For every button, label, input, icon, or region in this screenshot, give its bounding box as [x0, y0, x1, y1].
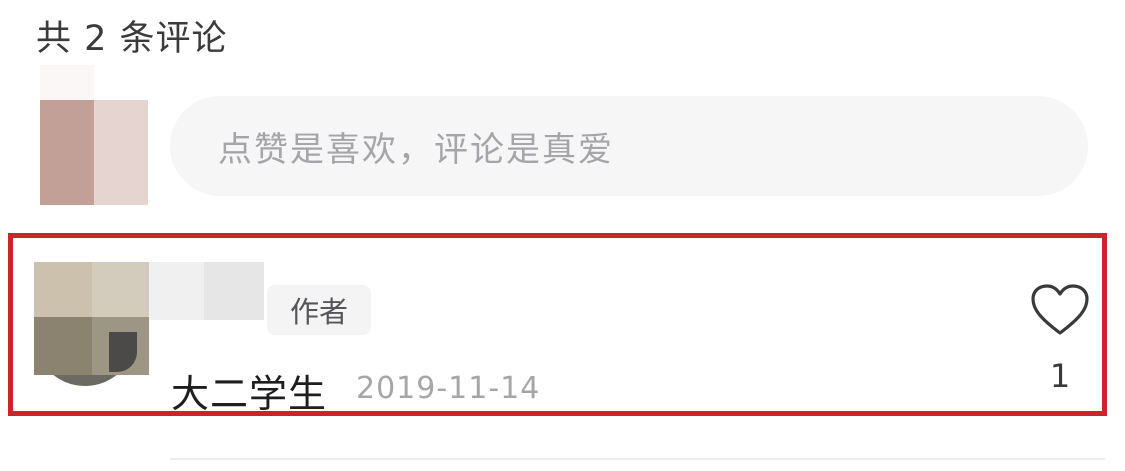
heart-icon[interactable]: [1030, 283, 1090, 337]
comment-username[interactable]: 大二学生: [171, 363, 327, 418]
author-badge-label: 作者: [289, 295, 348, 329]
divider: [170, 458, 1105, 460]
current-user-avatar[interactable]: [40, 65, 148, 205]
author-badge: 作者: [267, 285, 371, 335]
comment-count-heading: 共 2 条评论: [36, 19, 228, 59]
comment-input[interactable]: 点赞是喜欢，评论是真爱: [170, 96, 1088, 196]
like-count: 1: [1049, 357, 1071, 395]
comment-input-placeholder: 点赞是喜欢，评论是真爱: [218, 129, 614, 170]
comment-date: 2019-11-14: [356, 371, 541, 406]
comments-panel: 共 2 条评论 点赞是喜欢，评论是真爱 作者 大二学生 2019-11-14 1: [0, 0, 1125, 471]
